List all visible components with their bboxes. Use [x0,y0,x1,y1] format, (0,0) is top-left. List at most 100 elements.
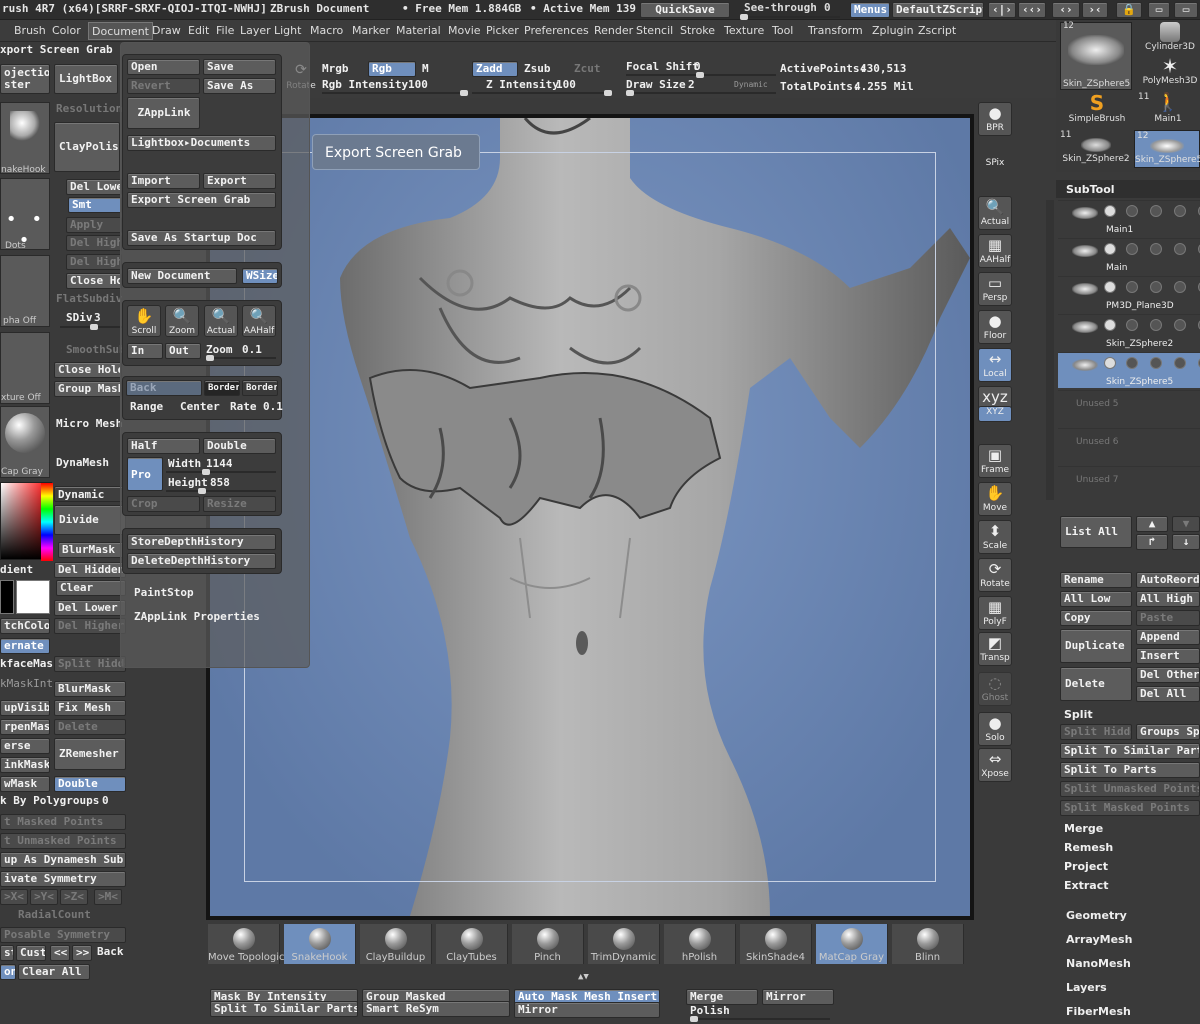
delete-button[interactable]: Delete [1060,667,1132,701]
menu-color[interactable]: Color [52,22,81,40]
toggle-icon[interactable] [1150,319,1162,331]
masked-points-button[interactable]: t Masked Points [0,814,126,830]
polyf-button[interactable]: ▦ PolyF [978,596,1012,630]
sym-x-button[interactable]: >X< [0,889,28,905]
cust2-button[interactable]: Cust [16,945,46,961]
main-color-swatch[interactable] [0,580,14,614]
tool-thumb-6[interactable]: 12 Skin_ZSphere5 [1134,130,1200,168]
zsub-button[interactable]: Zsub [524,62,551,75]
cust1-button[interactable]: st [0,945,14,961]
menu-render[interactable]: Render [594,22,633,40]
insert-button[interactable]: Insert [1136,648,1200,664]
blurmask-button[interactable]: BlurMask [58,542,124,558]
height-slider[interactable] [166,488,276,494]
brush-slot[interactable]: ClayBuildup [360,924,432,964]
hue-strip[interactable] [41,483,53,561]
tool-thumb-1[interactable]: Cylinder3D [1140,22,1200,52]
export-button[interactable]: Export [203,173,276,189]
maximize-button[interactable]: ▭ [1174,2,1198,18]
radial-count-label[interactable]: RadialCount [18,908,91,921]
projection-master-button[interactable]: ojection ster [0,64,50,94]
menus-button[interactable]: Menus [850,2,890,18]
flat-subdiv-label[interactable]: FlatSubdiv [56,292,122,305]
z-intensity-label[interactable]: Z Intensity [486,78,559,91]
zadd-button[interactable]: Zadd [472,61,518,77]
split-hidden-left-button[interactable]: Split Hidden [54,656,126,672]
color-picker[interactable] [0,482,53,561]
back-color-button[interactable]: Back [126,380,202,396]
del-other-button[interactable]: Del Other [1136,667,1200,683]
all-low-button[interactable]: All Low [1060,591,1132,607]
ui-arrows-button[interactable]: ‹› [1052,2,1080,18]
zapplink-button[interactable]: ZAppLink [127,97,200,129]
del-higher-button-2[interactable]: Del Higher [66,254,122,270]
copy-button[interactable]: Copy [1060,610,1132,626]
divide-button[interactable]: Divide [54,505,126,535]
see-through-label[interactable]: See-through [744,1,817,14]
brush-slot[interactable]: Blinn [892,924,964,964]
inverse-button[interactable]: erse [0,738,50,754]
zoom-button[interactable]: 🔍 Zoom [165,305,199,337]
toggle-icon[interactable] [1174,205,1186,217]
group-masks-button[interactable]: Group Masks [54,381,122,397]
alpha-thumbnail[interactable]: pha Off [0,255,50,327]
brush-slot[interactable]: Move Topological [208,924,293,964]
menu-transform[interactable]: Transform [808,22,863,40]
project-section[interactable]: Project [1064,860,1108,873]
width-label[interactable]: Width [168,457,201,470]
visibility-eye-icon[interactable] [1104,205,1116,217]
rate-label[interactable]: Rate [230,400,257,413]
scale-button[interactable]: ⬍ Scale [978,520,1012,554]
store-depth-history-button[interactable]: StoreDepthHistory [127,534,276,550]
subtool-item[interactable]: PM3D_Plane3D [1058,276,1200,312]
spix-button[interactable]: SPix [978,158,1012,174]
ghost-button[interactable]: ◌ Ghost [978,672,1012,706]
polish-slider[interactable] [690,1016,830,1022]
toggle-icon[interactable] [1126,205,1138,217]
focal-shift-label[interactable]: Focal Shift [626,60,699,73]
geometry-section[interactable]: Geometry [1066,909,1127,922]
ui-arrows-button-2[interactable]: ›‹ [1082,2,1108,18]
m-button[interactable]: M [422,62,429,75]
del-lower-button-2[interactable]: Del Lower [54,600,126,616]
rgb-button[interactable]: Rgb [368,61,416,77]
stroke-thumbnail[interactable]: • • • Dots [0,178,50,251]
subtool-item[interactable]: Unused 7 [1058,466,1200,502]
split-hidden-button[interactable]: Split Hidden [1060,724,1132,740]
backmask-int-label[interactable]: kMaskInt [0,677,53,690]
menu-texture[interactable]: Texture [724,22,764,40]
subtool-item[interactable]: Skin_ZSphere5 [1058,352,1200,388]
mrgb-button[interactable]: Mrgb [322,62,349,75]
rgb-intensity-slider[interactable] [322,90,468,96]
menu-zplugin[interactable]: Zplugin [872,22,914,40]
visibility-eye-icon[interactable] [1104,319,1116,331]
split-section[interactable]: Split [1064,708,1093,721]
brush-slot[interactable]: Pinch [512,924,584,964]
toggle-icon[interactable] [1150,205,1162,217]
dynamic-button[interactable]: Dynamic [54,486,126,502]
export-screen-grab-button[interactable]: Export Screen Grab [127,192,276,208]
tool-thumb-3[interactable]: S SimpleBrush [1062,92,1132,128]
lightbox-documents-button[interactable]: Lightbox▸Documents [127,135,276,151]
move-down-button[interactable]: ▼ [1172,516,1200,532]
gradient-label[interactable]: dient [0,563,33,576]
smart-resym-button[interactable]: Smart ReSym [362,1001,510,1017]
tool-thumb-0[interactable]: 12 Skin_ZSphere5 [1060,21,1132,90]
subtool-item[interactable]: Main1 [1058,200,1200,236]
brush-slot[interactable]: MatCap Gray [816,924,888,964]
split-similar-bottom-button[interactable]: Split To Similar Parts [210,1001,358,1017]
zoom-out-button[interactable]: Out [165,343,201,359]
range-label[interactable]: Range [130,400,163,413]
posable-symmetry-button[interactable]: Posable Symmetry [0,927,126,943]
del-hidden-button[interactable]: Del Hidden [54,562,126,578]
tool-thumb-5[interactable]: 11 Skin_ZSphere2 [1060,130,1132,168]
menu-file[interactable]: File [216,22,234,40]
save-button[interactable]: Save [203,59,276,75]
subtool-scrollbar[interactable] [1046,200,1054,500]
draw-size-label[interactable]: Draw Size [626,78,686,91]
lightbox-button[interactable]: LightBox [54,64,118,94]
del-all-button[interactable]: Del All [1136,686,1200,702]
menu-document[interactable]: Document [88,22,153,40]
growmask-button[interactable]: wMask [0,776,50,792]
save-as-button[interactable]: Save As [203,78,276,94]
